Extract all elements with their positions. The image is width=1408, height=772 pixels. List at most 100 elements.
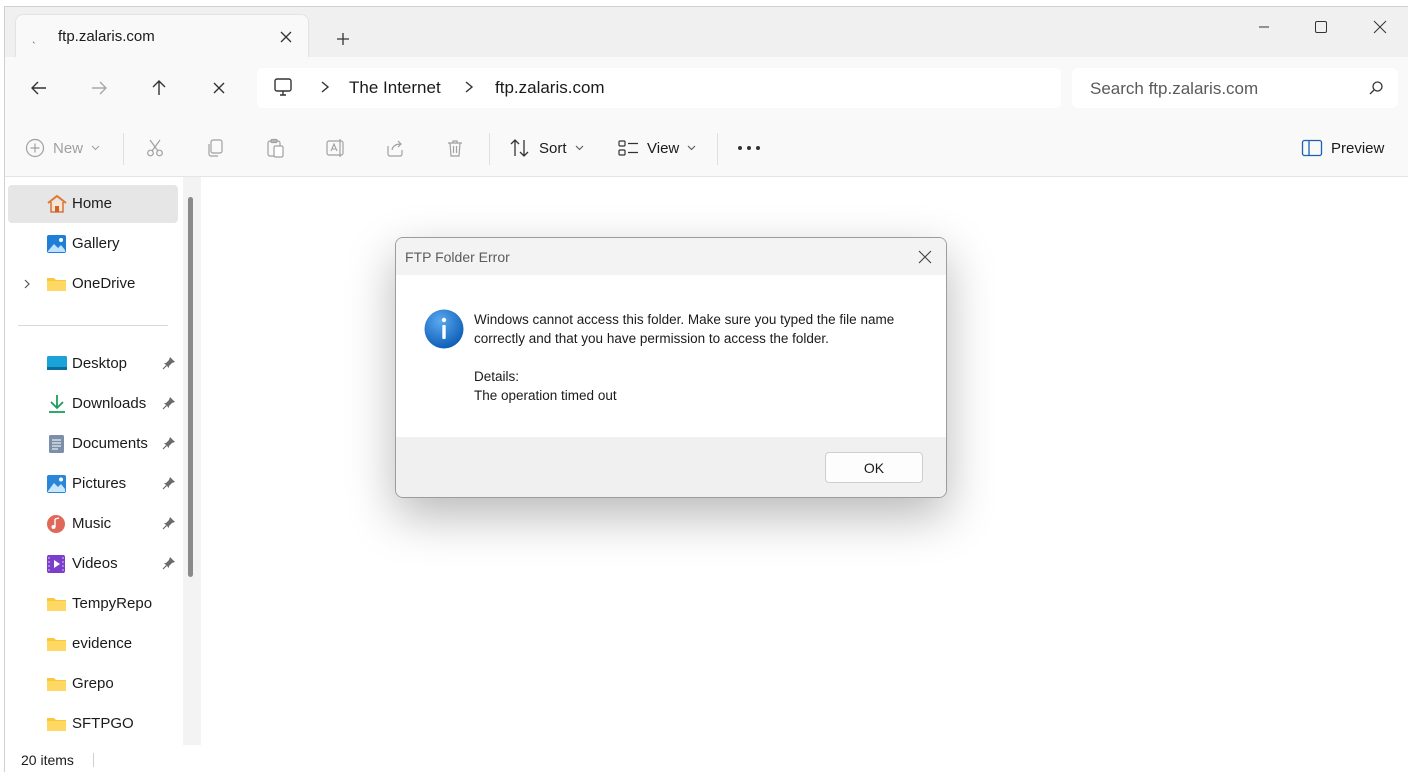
pin-icon bbox=[162, 516, 176, 535]
close-window-button[interactable] bbox=[1351, 7, 1408, 47]
paste-button[interactable] bbox=[265, 131, 285, 165]
arrow-up-icon bbox=[152, 80, 166, 95]
minimize-button[interactable] bbox=[1235, 7, 1293, 47]
more-options-button[interactable] bbox=[737, 131, 761, 165]
preview-pane-button[interactable]: Preview bbox=[1301, 131, 1384, 165]
folder-icon bbox=[46, 594, 68, 614]
paste-icon bbox=[267, 138, 284, 158]
sidebar-scrollbar-thumb[interactable] bbox=[188, 197, 193, 577]
navigation-bar: The Internet ftp.zalaris.com Search ftp.… bbox=[5, 57, 1408, 119]
close-icon bbox=[1373, 20, 1387, 34]
share-icon bbox=[387, 140, 403, 157]
minimize-icon bbox=[1259, 26, 1269, 28]
music-icon bbox=[46, 514, 68, 534]
new-tab-button[interactable] bbox=[327, 23, 359, 55]
sidebar-item-label: Pictures bbox=[72, 475, 127, 492]
pin-icon bbox=[162, 556, 176, 575]
sidebar-item-music[interactable]: Music bbox=[8, 505, 178, 543]
share-button[interactable] bbox=[385, 131, 405, 165]
plus-circle-icon bbox=[25, 138, 45, 158]
chevron-down-icon bbox=[687, 145, 696, 151]
sidebar-item-label: Desktop bbox=[72, 355, 128, 372]
home-icon bbox=[46, 194, 68, 214]
tab-ftp[interactable]: ˎ ftp.zalaris.com bbox=[15, 14, 309, 58]
close-icon bbox=[213, 82, 225, 94]
forward-button[interactable] bbox=[81, 71, 117, 105]
scissors-icon bbox=[147, 139, 163, 157]
new-button[interactable]: New bbox=[25, 131, 100, 165]
desktop-icon bbox=[46, 354, 68, 374]
computer-icon bbox=[273, 77, 293, 102]
sidebar-item-downloads[interactable]: Downloads bbox=[8, 385, 178, 423]
sidebar-item-documents[interactable]: Documents bbox=[8, 425, 178, 463]
search-icon bbox=[1368, 80, 1384, 101]
copy-icon bbox=[208, 139, 223, 157]
sidebar-item-sftpgo[interactable]: SFTPGO bbox=[8, 705, 178, 743]
breadcrumb-ftp-zalaris[interactable]: ftp.zalaris.com bbox=[495, 78, 605, 98]
dialog-message: Windows cannot access this folder. Make … bbox=[474, 312, 895, 346]
preview-label: Preview bbox=[1331, 139, 1385, 157]
gallery-icon bbox=[46, 234, 68, 254]
sidebar-item-label: Home bbox=[72, 195, 113, 212]
view-button[interactable]: View bbox=[617, 131, 696, 165]
sidebar-item-videos[interactable]: Videos bbox=[8, 545, 178, 583]
arrow-right-icon bbox=[92, 81, 107, 95]
chevron-right-icon[interactable] bbox=[22, 277, 32, 295]
arrow-left-icon bbox=[31, 81, 46, 95]
divider bbox=[489, 133, 490, 165]
cut-button[interactable] bbox=[145, 131, 165, 165]
stop-button[interactable] bbox=[201, 71, 237, 105]
dialog-close-button[interactable] bbox=[912, 244, 938, 270]
navigation-pane: Home Gallery OneDrive Desktop Downloads … bbox=[5, 177, 183, 745]
sidebar-item-label: TempyRepo bbox=[72, 595, 153, 612]
pictures-icon bbox=[46, 474, 68, 494]
sidebar-item-gallery[interactable]: Gallery bbox=[8, 225, 178, 263]
breadcrumb-the-internet[interactable]: The Internet bbox=[349, 78, 441, 98]
chevron-down-icon bbox=[575, 145, 583, 151]
sidebar-item-pictures[interactable]: Pictures bbox=[8, 465, 178, 503]
preview-pane-icon bbox=[1301, 139, 1323, 157]
maximize-button[interactable] bbox=[1292, 7, 1350, 47]
info-icon bbox=[424, 309, 464, 349]
folder-icon bbox=[46, 674, 68, 694]
close-tab-button[interactable] bbox=[272, 23, 300, 51]
status-divider bbox=[93, 753, 94, 767]
sidebar-item-grepo[interactable]: Grepo bbox=[8, 665, 178, 703]
delete-button[interactable] bbox=[445, 131, 465, 165]
dialog-title: FTP Folder Error bbox=[405, 249, 510, 265]
trash-icon bbox=[448, 140, 462, 157]
sort-button[interactable]: Sort bbox=[509, 131, 584, 165]
sidebar-divider bbox=[18, 325, 168, 326]
divider bbox=[123, 133, 124, 165]
rename-button[interactable] bbox=[325, 131, 347, 165]
chevron-down-icon bbox=[91, 145, 100, 151]
back-button[interactable] bbox=[21, 71, 57, 105]
view-icon bbox=[618, 140, 638, 156]
status-bar: 20 items bbox=[5, 745, 1408, 772]
search-input[interactable]: Search ftp.zalaris.com bbox=[1072, 68, 1398, 108]
chevron-right-icon bbox=[463, 80, 475, 99]
dialog-titlebar[interactable]: FTP Folder Error bbox=[396, 238, 946, 275]
downloads-icon bbox=[46, 394, 68, 414]
chevron-right-icon bbox=[319, 80, 331, 99]
copy-button[interactable] bbox=[205, 131, 225, 165]
sidebar-item-onedrive[interactable]: OneDrive bbox=[8, 265, 178, 303]
sidebar-item-label: Videos bbox=[72, 555, 118, 572]
details-text: The operation timed out bbox=[474, 388, 617, 403]
pin-icon bbox=[162, 436, 176, 455]
dialog-footer: OK bbox=[396, 437, 946, 497]
address-bar[interactable]: The Internet ftp.zalaris.com bbox=[257, 68, 1061, 108]
sidebar-item-desktop[interactable]: Desktop bbox=[8, 345, 178, 383]
sidebar-item-tempyrepo[interactable]: TempyRepo bbox=[8, 585, 178, 623]
sidebar-item-label: OneDrive bbox=[72, 275, 136, 292]
command-bar: New Sort View Preview bbox=[5, 119, 1408, 177]
ok-button[interactable]: OK bbox=[825, 452, 923, 483]
rename-icon bbox=[326, 139, 344, 157]
pin-icon bbox=[162, 356, 176, 375]
up-button[interactable] bbox=[141, 71, 177, 105]
sidebar-item-home[interactable]: Home bbox=[8, 185, 178, 223]
folder-icon bbox=[46, 274, 68, 294]
folder-icon bbox=[46, 714, 68, 734]
dialog-details: Details: The operation timed out bbox=[474, 367, 617, 405]
sidebar-item-evidence[interactable]: evidence bbox=[8, 625, 178, 663]
